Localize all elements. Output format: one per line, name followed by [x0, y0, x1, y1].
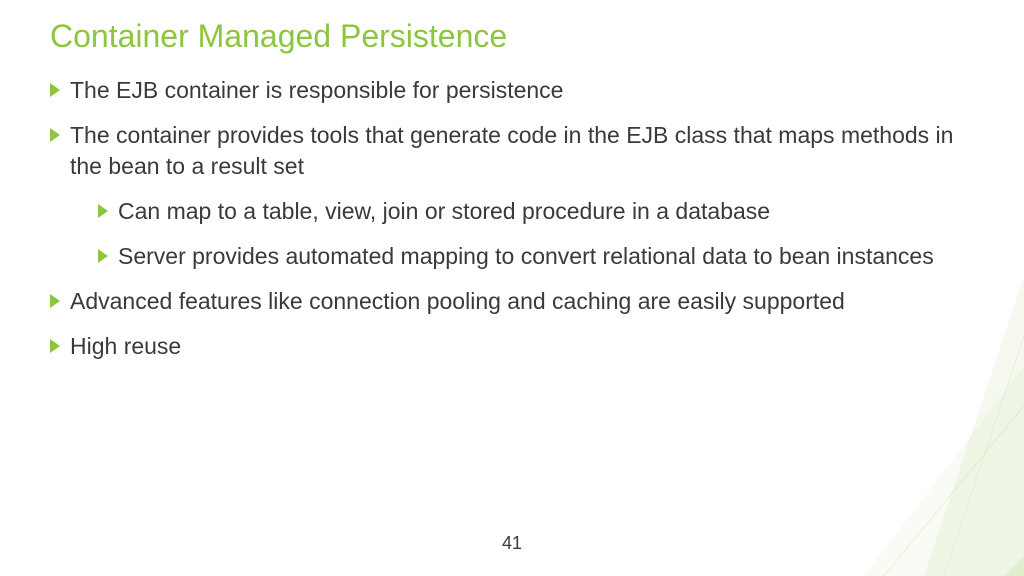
bullet-item: The container provides tools that genera…: [50, 120, 974, 182]
bullet-item: The EJB container is responsible for per…: [50, 75, 974, 106]
triangle-bullet-icon: [98, 204, 108, 218]
triangle-bullet-icon: [50, 128, 60, 142]
bullet-text: Advanced features like connection poolin…: [70, 286, 845, 317]
bullet-text: Can map to a table, view, join or stored…: [118, 196, 770, 227]
triangle-bullet-icon: [50, 339, 60, 353]
bullet-text: The EJB container is responsible for per…: [70, 75, 563, 106]
triangle-bullet-icon: [50, 83, 60, 97]
bullet-item: Can map to a table, view, join or stored…: [98, 196, 974, 227]
bullet-text: The container provides tools that genera…: [70, 120, 974, 182]
bullet-item: Advanced features like connection poolin…: [50, 286, 974, 317]
bullet-text: High reuse: [70, 331, 181, 362]
slide-container: Container Managed Persistence The EJB co…: [0, 0, 1024, 576]
bullet-list: The EJB container is responsible for per…: [50, 75, 974, 362]
triangle-bullet-icon: [98, 249, 108, 263]
triangle-bullet-icon: [50, 294, 60, 308]
page-number: 41: [502, 533, 522, 554]
bullet-item: Server provides automated mapping to con…: [98, 241, 974, 272]
bullet-item: High reuse: [50, 331, 974, 362]
bullet-text: Server provides automated mapping to con…: [118, 241, 934, 272]
slide-title: Container Managed Persistence: [50, 18, 974, 55]
